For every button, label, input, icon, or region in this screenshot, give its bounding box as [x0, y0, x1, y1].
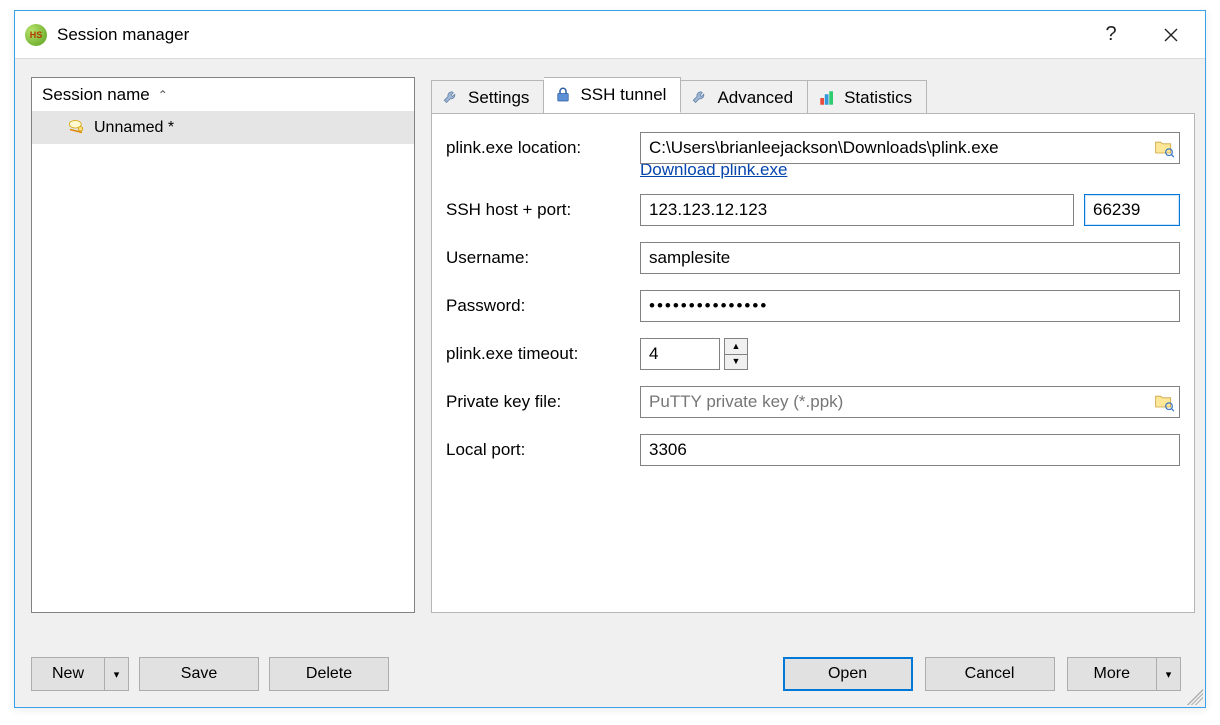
folder-search-icon — [1154, 138, 1174, 158]
more-button[interactable]: More ▾ — [1067, 657, 1181, 691]
local-port-label: Local port: — [446, 440, 640, 460]
ssh-host-input[interactable] — [640, 194, 1074, 226]
cancel-button[interactable]: Cancel — [925, 657, 1055, 691]
more-button-dropdown[interactable]: ▾ — [1156, 658, 1180, 690]
client-area: Session name ⌃ Unnamed * Settings SSH tu… — [15, 59, 1205, 707]
timeout-label: plink.exe timeout: — [446, 344, 640, 364]
new-button-dropdown[interactable]: ▾ — [104, 658, 128, 690]
window-title: Session manager — [57, 25, 189, 45]
tab-advanced[interactable]: Advanced — [681, 80, 808, 114]
username-label: Username: — [446, 248, 640, 268]
wrench-icon — [442, 89, 460, 107]
private-key-placeholder: PuTTY private key (*.ppk) — [649, 392, 843, 412]
bar-chart-icon — [818, 89, 836, 107]
open-button[interactable]: Open — [783, 657, 913, 691]
browse-plink-button[interactable] — [1151, 135, 1177, 161]
tab-statistics[interactable]: Statistics — [808, 80, 927, 114]
sort-ascending-icon: ⌃ — [158, 88, 168, 102]
wrench-icon — [691, 89, 709, 107]
session-button-row: New ▾ Save Delete — [31, 657, 389, 691]
browse-private-key-button[interactable] — [1151, 389, 1177, 415]
username-input[interactable] — [640, 242, 1180, 274]
session-row[interactable]: Unnamed * — [32, 112, 414, 144]
private-key-label: Private key file: — [446, 392, 640, 412]
sessions-panel: Session name ⌃ Unnamed * — [31, 77, 415, 613]
delete-button-label: Delete — [306, 665, 352, 683]
cancel-button-label: Cancel — [965, 665, 1015, 683]
new-button-label: New — [32, 658, 104, 690]
tab-ssh-tunnel[interactable]: SSH tunnel — [544, 77, 681, 113]
tab-statistics-label: Statistics — [844, 88, 912, 108]
lock-icon — [554, 86, 572, 104]
tab-container: Settings SSH tunnel Advanced Statistics — [431, 77, 1195, 613]
local-port-input[interactable] — [640, 434, 1180, 466]
new-button[interactable]: New ▾ — [31, 657, 129, 691]
ssh-tunnel-tab-content: plink.exe location: C:\Users\brianleejac… — [431, 113, 1195, 613]
timeout-spin-up[interactable]: ▲ — [724, 338, 748, 355]
private-key-input[interactable]: PuTTY private key (*.ppk) — [640, 386, 1180, 418]
save-button-label: Save — [181, 665, 217, 683]
app-icon — [25, 24, 47, 46]
resize-grip[interactable] — [1187, 689, 1203, 705]
tab-ssh-tunnel-label: SSH tunnel — [580, 85, 666, 105]
tabstrip: Settings SSH tunnel Advanced Statistics — [431, 77, 1195, 113]
folder-search-icon — [1154, 392, 1174, 412]
sessions-header-label: Session name — [42, 85, 150, 105]
password-label: Password: — [446, 296, 640, 316]
sessions-header[interactable]: Session name ⌃ — [32, 78, 414, 112]
timeout-spinner[interactable]: ▲ ▼ — [640, 338, 748, 370]
timeout-input[interactable] — [640, 338, 720, 370]
tab-settings-label: Settings — [468, 88, 529, 108]
timeout-spin-down[interactable]: ▼ — [724, 355, 748, 371]
plink-location-label: plink.exe location: — [446, 138, 640, 158]
titlebar: Session manager ? — [15, 11, 1205, 59]
tab-advanced-label: Advanced — [717, 88, 793, 108]
close-button[interactable] — [1141, 15, 1201, 55]
dialog-button-row: Open Cancel More ▾ — [783, 657, 1181, 691]
save-button[interactable]: Save — [139, 657, 259, 691]
ssh-host-label: SSH host + port: — [446, 200, 640, 220]
help-button[interactable]: ? — [1081, 15, 1141, 55]
plink-location-value: C:\Users\brianleejackson\Downloads\plink… — [649, 138, 999, 158]
delete-button[interactable]: Delete — [269, 657, 389, 691]
plink-location-input[interactable]: C:\Users\brianleejackson\Downloads\plink… — [640, 132, 1180, 164]
session-row-label: Unnamed * — [94, 119, 174, 137]
more-button-label: More — [1068, 658, 1156, 690]
ssh-port-input[interactable] — [1084, 194, 1180, 226]
session-manager-window: Session manager ? Session name ⌃ Unnamed… — [14, 10, 1206, 708]
close-icon — [1164, 28, 1178, 42]
password-input[interactable] — [640, 290, 1180, 322]
open-button-label: Open — [828, 665, 867, 683]
session-icon — [66, 118, 86, 138]
tab-settings[interactable]: Settings — [431, 80, 544, 114]
